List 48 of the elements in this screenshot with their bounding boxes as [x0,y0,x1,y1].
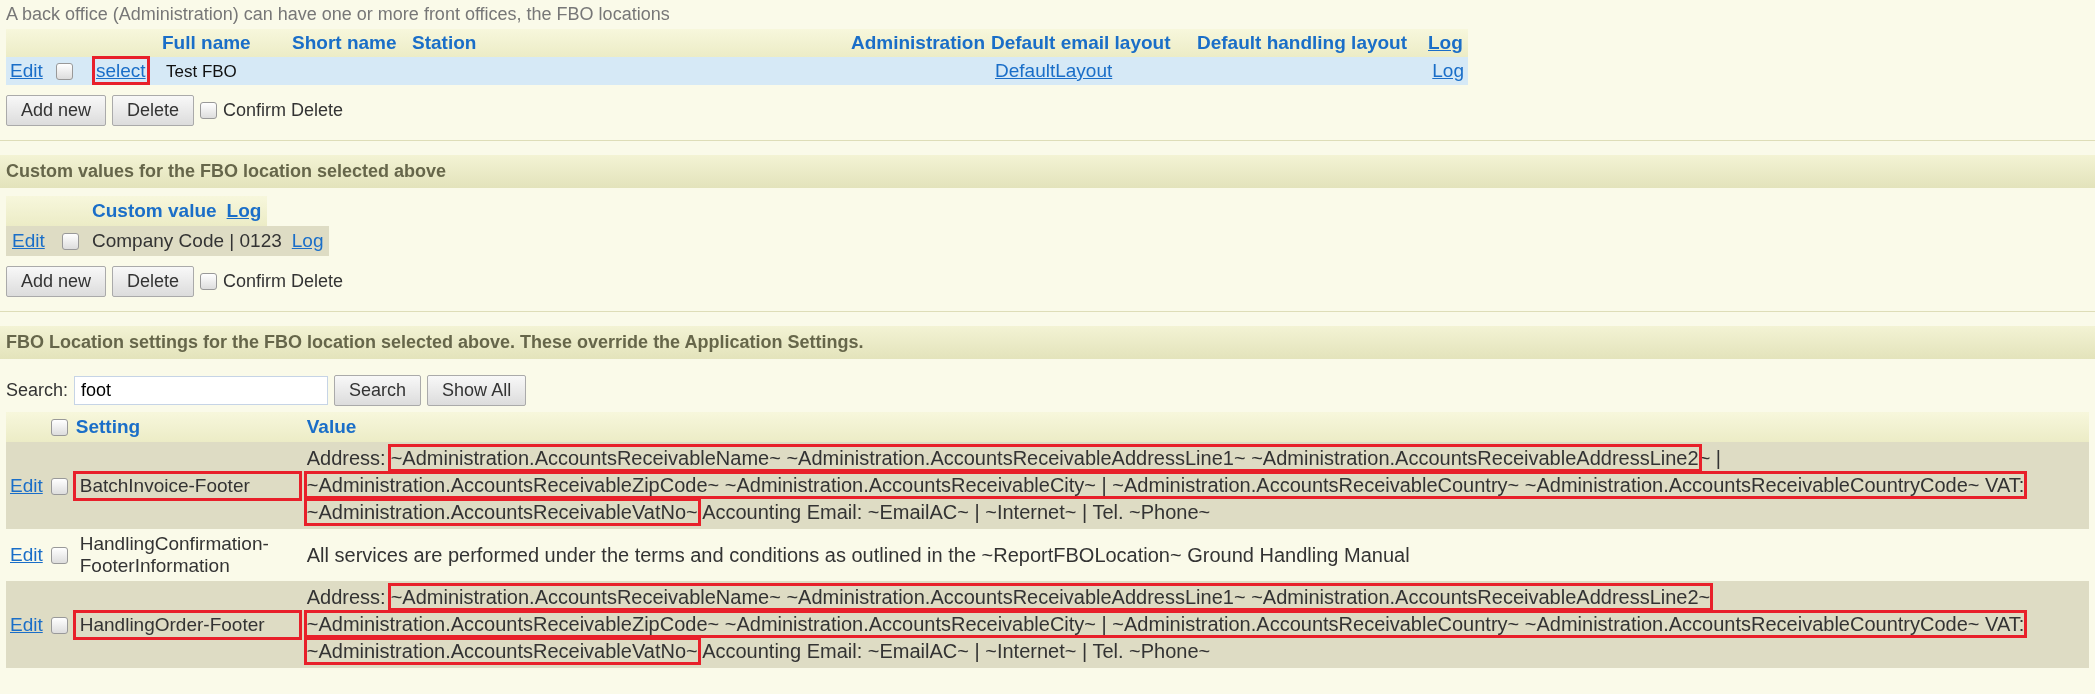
setting-name: BatchInvoice-Footer [75,473,299,498]
search-label: Search: [6,380,69,401]
column-header: Value [302,412,2089,442]
section-header: Custom values for the FBO location selected above [0,155,2095,188]
delete-button[interactable]: Delete [112,266,195,297]
confirm-delete-label: Confirm Delete [223,271,344,292]
table-cell: Company Code | 0123 [92,230,282,252]
confirm-delete-checkbox[interactable] [200,102,218,119]
edit-link[interactable]: Edit [10,613,43,635]
confirm-delete-checkbox[interactable] [200,273,218,290]
edit-link[interactable]: Edit [12,230,45,251]
row-checkbox[interactable] [50,478,68,495]
show-all-button[interactable]: Show All [427,375,527,406]
section-header: FBO Location settings for the FBO location selected above. These override the Application Settings. [0,326,2095,359]
setting-name: HandlingConfirmation-FooterInformation [78,532,270,578]
row-checkbox[interactable] [62,233,79,251]
table-cell: Test FBO [166,62,237,81]
add-new-button[interactable]: Add new [6,266,107,297]
column-header: Custom value [92,200,217,221]
row-checkbox[interactable] [50,547,68,565]
setting-value: Address: ~Administration.AccountsReceivableName~ ~Administration.AccountsReceivableAddressLine1~ ~Administration.AccountsReceivableAddressLine2~ ~Administration.AccountsReceivableZipCode~ ~Administration.AccountsReceivableCity~ | ~Administration.AccountsReceivableCountry~ ~Administration.AccountsReceivableCountryCode~ VAT: ~Administration.AccountsReceivableVatNo~ Accounting Email: ~EmailAC~ | ~Internet~ | Tel. ~Phone~ [306,584,2085,665]
table-row[interactable]: Edit select Test FBO DefaultLayout Log [6,57,1468,85]
search-button[interactable]: Search [334,375,422,406]
edit-link[interactable]: Edit [10,544,43,565]
confirm-delete-label: Confirm Delete [223,100,344,121]
setting-name: HandlingOrder-Footer [75,612,299,637]
column-header: Full name [162,32,251,53]
search-field[interactable]: foot [74,376,329,405]
column-header: Default handling layout [1197,32,1408,53]
add-new-button[interactable]: Add new [6,95,107,126]
delete-button[interactable]: Delete [112,95,195,126]
setting-value: All services are performed under the terms and conditions as outlined in the ~ReportFBOLocation~ Ground Handling Manual [306,542,1411,568]
column-header: Station [412,32,477,53]
caption-text: A back office (Administration) can have one or more front offices, the FBO locations [6,4,671,25]
log-link[interactable]: Log [1432,60,1464,81]
log-link[interactable]: Log [291,230,324,251]
row-checkbox[interactable] [50,617,68,634]
column-header: Setting [71,412,303,442]
column-header: Default email layout [991,32,1171,53]
email-layout-link[interactable]: DefaultLayout [995,60,1113,81]
column-header: Short name [292,32,397,53]
header-checkbox[interactable] [50,419,68,437]
edit-link[interactable]: Edit [10,60,43,81]
column-header: Administration [850,32,985,53]
edit-link[interactable]: Edit [10,474,43,496]
log-header-link[interactable]: Log [226,200,262,221]
log-header-link[interactable]: Log [1428,32,1463,53]
row-checkbox[interactable] [56,63,73,81]
